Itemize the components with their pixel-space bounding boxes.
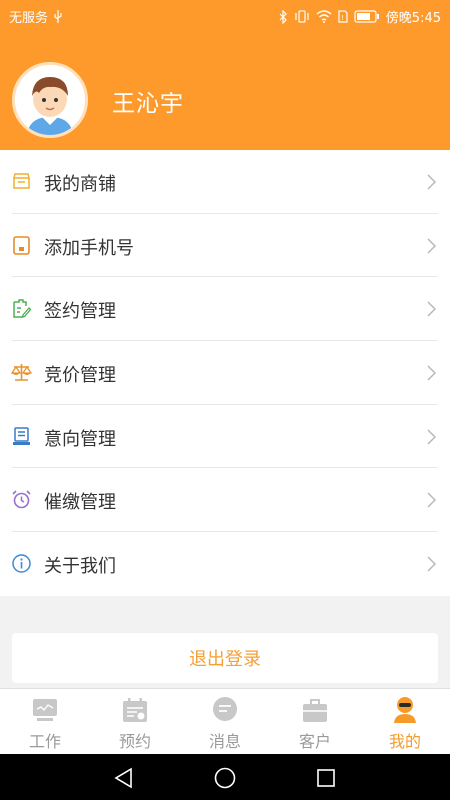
- battery-icon: [354, 10, 379, 23]
- carrier-text: 无服务: [9, 11, 49, 26]
- menu-item-intention-management[interactable]: 意向管理: [0, 405, 450, 469]
- status-left: 无服务: [9, 7, 63, 26]
- tab-messages[interactable]: 消息: [180, 689, 270, 754]
- briefcase-icon: [303, 699, 327, 722]
- contract-edit-icon: [13, 299, 32, 319]
- back-triangle-icon[interactable]: [112, 766, 136, 790]
- menu-item-label: 意向管理: [44, 428, 116, 450]
- tablet-icon: [13, 235, 30, 255]
- menu-item-label: 我的商铺: [44, 174, 116, 195]
- menu-item-payment-reminder[interactable]: 催缴管理: [0, 468, 450, 532]
- vibrate-icon: [295, 10, 309, 23]
- clock-text: 傍晚5:45: [385, 11, 441, 26]
- chevron-right-icon: [427, 429, 436, 445]
- info-icon: [12, 554, 31, 573]
- tab-label: 客户: [298, 732, 331, 751]
- logout-button[interactable]: 退出登录: [12, 633, 438, 683]
- menu-item-about-us[interactable]: 关于我们: [0, 532, 450, 596]
- bottom-tab-bar: 工作 预约 消息 客户 我的: [0, 688, 450, 754]
- alarm-clock-icon: [12, 490, 31, 509]
- calendar-icon: [123, 698, 147, 722]
- menu-item-label: 竞价管理: [44, 365, 116, 387]
- menu-item-label: 签约管理: [44, 301, 116, 323]
- tab-label: 我的: [388, 732, 421, 751]
- chevron-right-icon: [427, 301, 436, 317]
- tab-customers[interactable]: 客户: [270, 689, 360, 754]
- system-nav-bar: [0, 754, 450, 800]
- list-doc-icon: [13, 427, 30, 445]
- menu-item-label: 关于我们: [44, 556, 116, 578]
- menu-item-label: 催缴管理: [44, 492, 116, 514]
- chevron-right-icon: [427, 174, 436, 190]
- scale-icon: [11, 364, 32, 381]
- chevron-right-icon: [427, 238, 436, 254]
- recents-square-icon[interactable]: [314, 766, 338, 790]
- menu-item-label: 添加手机号: [44, 237, 134, 259]
- chevron-right-icon: [427, 492, 436, 508]
- avatar[interactable]: [12, 62, 88, 138]
- menu-item-contract-management[interactable]: 签约管理: [0, 277, 450, 341]
- chat-icon: [213, 697, 237, 721]
- monitor-icon: [33, 699, 57, 721]
- tab-appointment[interactable]: 预约: [90, 689, 180, 754]
- settings-menu: 我的商铺 添加手机号 签约管理 竞价管理 意向管理 催缴管理 关于我们: [0, 150, 450, 596]
- wifi-icon: [316, 10, 332, 23]
- menu-item-add-phone[interactable]: 添加手机号: [0, 214, 450, 278]
- profile-name: 王沁宇: [112, 91, 184, 117]
- status-right: ! 傍晚5:45: [279, 7, 441, 26]
- tab-label: 工作: [28, 732, 61, 751]
- menu-item-bidding-management[interactable]: 竞价管理: [0, 341, 450, 405]
- usb-icon: [54, 10, 62, 23]
- tab-mine[interactable]: 我的: [360, 689, 450, 754]
- tab-work[interactable]: 工作: [0, 689, 90, 754]
- menu-item-my-shop[interactable]: 我的商铺: [0, 150, 450, 214]
- profile-header: 无服务 ! 傍晚5:45 王沁宇: [0, 0, 450, 150]
- svg-text:!: !: [341, 14, 344, 22]
- chevron-right-icon: [427, 556, 436, 572]
- tab-label: 消息: [208, 732, 241, 751]
- sim-icon: !: [338, 10, 348, 23]
- status-bar: 无服务 ! 傍晚5:45: [0, 0, 450, 30]
- home-circle-icon[interactable]: [213, 766, 237, 790]
- boy-avatar-icon: [15, 65, 85, 135]
- chevron-right-icon: [427, 365, 436, 381]
- shop-icon: [13, 173, 30, 189]
- person-icon: [394, 697, 416, 723]
- tab-label: 预约: [118, 732, 151, 751]
- bluetooth-icon: [279, 9, 287, 24]
